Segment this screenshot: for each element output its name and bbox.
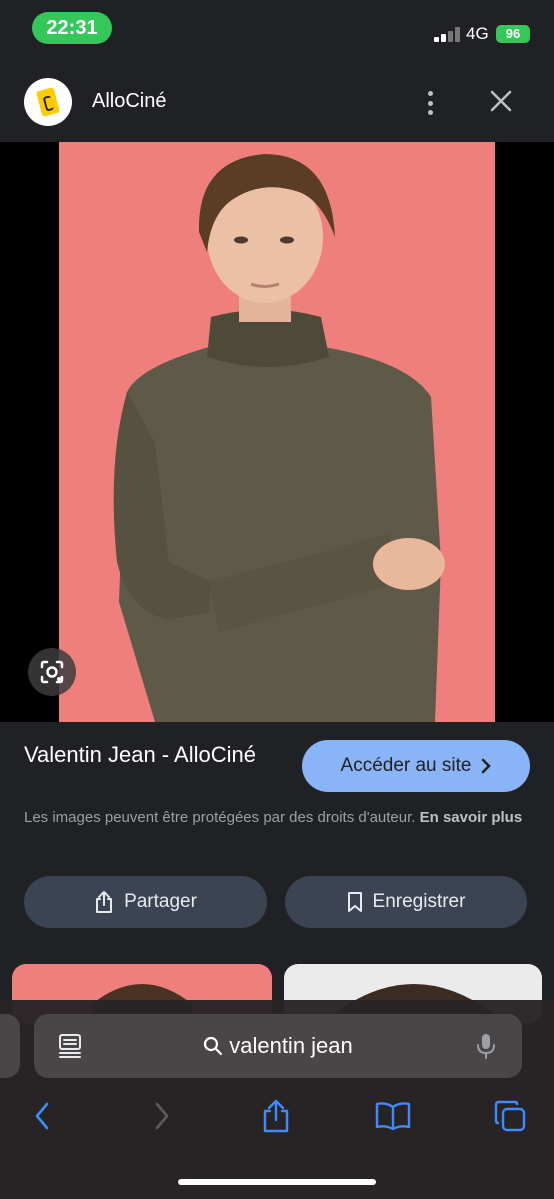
site-name[interactable]: AlloCiné — [92, 90, 166, 113]
signal-icon — [434, 26, 462, 42]
allocine-logo-icon[interactable] — [24, 78, 72, 126]
chevron-left-icon — [35, 1102, 49, 1130]
chevron-right-icon — [482, 758, 492, 774]
battery-level: 96 — [505, 26, 521, 41]
close-icon[interactable] — [486, 86, 516, 116]
share-label: Partager — [124, 891, 197, 912]
network-label: 4G — [466, 24, 489, 43]
google-lens-icon[interactable] — [28, 648, 76, 696]
book-icon — [375, 1102, 411, 1131]
copyright-notice: Les images peuvent être protégées par de… — [24, 806, 534, 829]
tabs-icon — [494, 1100, 526, 1132]
person-photo[interactable] — [59, 142, 495, 722]
image-preview[interactable] — [0, 142, 554, 722]
share-icon — [263, 1099, 289, 1133]
chevron-right-icon — [155, 1102, 169, 1130]
browser-toolbar: valentin jean — [0, 1000, 554, 1199]
visit-site-button[interactable]: Accéder au site — [302, 740, 530, 792]
save-label: Enregistrer — [372, 891, 466, 912]
search-icon — [204, 1036, 223, 1056]
share-page-button[interactable] — [256, 1096, 296, 1136]
more-vertical-icon[interactable] — [420, 88, 440, 118]
address-bar[interactable]: valentin jean — [34, 1014, 522, 1078]
search-query[interactable]: valentin jean — [229, 1033, 353, 1059]
copyright-text: Les images peuvent être protégées par de… — [24, 809, 416, 826]
viewer-header: AlloCiné — [0, 62, 554, 142]
status-bar: 22:31 4G 96 — [0, 0, 554, 62]
bookmark-icon — [347, 892, 362, 912]
learn-more-link[interactable]: En savoir plus — [420, 809, 523, 826]
share-icon — [96, 891, 113, 913]
visit-site-label: Accéder au site — [340, 755, 472, 776]
back-button[interactable] — [22, 1096, 62, 1136]
share-button[interactable]: Partager — [24, 876, 267, 928]
status-time: 22:31 — [32, 12, 112, 44]
previous-tab-preview[interactable] — [0, 1014, 20, 1078]
battery-icon: 96 — [496, 25, 530, 43]
forward-button[interactable] — [142, 1096, 182, 1136]
home-indicator — [178, 1179, 376, 1185]
tabs-button[interactable] — [490, 1096, 530, 1136]
microphone-icon[interactable] — [476, 1032, 496, 1060]
save-button[interactable]: Enregistrer — [285, 876, 527, 928]
bookmarks-button[interactable] — [373, 1096, 413, 1136]
result-title[interactable]: Valentin Jean - AlloCiné — [24, 740, 284, 770]
